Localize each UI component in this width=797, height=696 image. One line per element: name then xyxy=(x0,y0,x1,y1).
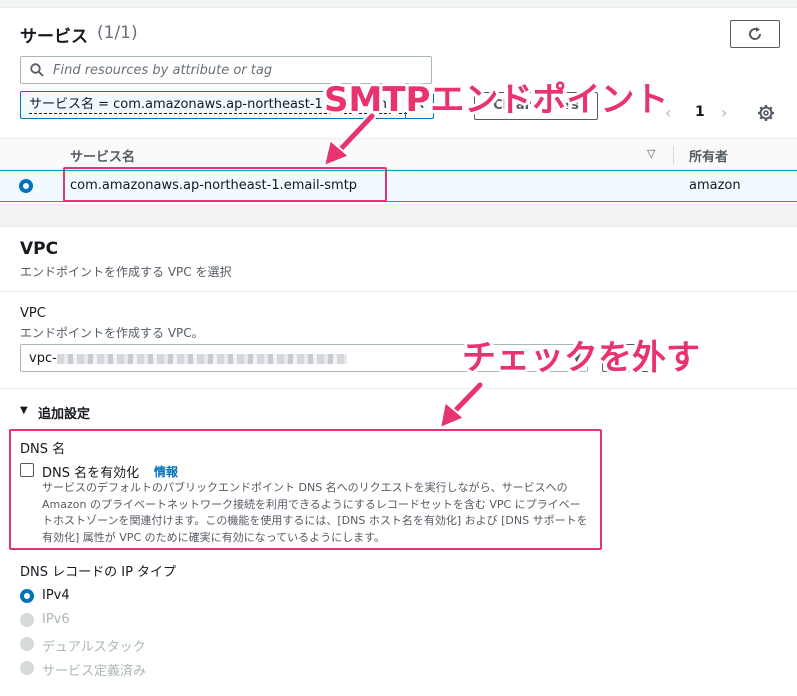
divider xyxy=(0,388,797,389)
divider xyxy=(0,291,797,292)
uncheck-callout: チェックを外す xyxy=(462,338,700,378)
ip-option-dualstack: デュアルスタック xyxy=(20,635,220,655)
expand-caret-icon[interactable]: ▼ xyxy=(20,405,28,416)
additional-settings-toggle[interactable]: 追加設定 xyxy=(38,403,90,422)
ip-option-ipv4[interactable]: IPv4 xyxy=(20,587,220,605)
radio-label: サービス定義済み xyxy=(42,664,147,679)
row-select-radio[interactable] xyxy=(19,179,33,193)
column-header-owner[interactable]: 所有者 xyxy=(689,146,728,165)
gear-icon[interactable] xyxy=(757,104,775,122)
column-divider xyxy=(673,146,674,164)
services-count: (1/1) xyxy=(97,23,138,43)
services-title: サービス xyxy=(20,27,88,47)
ip-option-ipv6: IPv6 xyxy=(20,611,220,629)
smtp-highlight-box xyxy=(63,167,387,202)
dns-highlight-box xyxy=(9,429,602,550)
page-number[interactable]: 1 xyxy=(695,104,705,120)
vpc-section-description: エンドポイントを作成する VPC を選択 xyxy=(20,265,232,279)
vpc-field-description: エンドポイントを作成する VPC。 xyxy=(20,326,204,340)
table-header: サービス名 ▽ 所有者 xyxy=(0,138,797,170)
radio-button xyxy=(20,661,34,675)
search-icon xyxy=(30,63,44,77)
radio-label: デュアルスタック xyxy=(42,640,146,655)
refresh-icon xyxy=(749,27,762,40)
page-next-button[interactable]: › xyxy=(721,103,727,122)
radio-label: IPv6 xyxy=(42,612,70,627)
radio-button[interactable] xyxy=(20,589,34,603)
search-placeholder: Find resources by attribute or tag xyxy=(53,63,273,78)
radio-button xyxy=(20,613,34,627)
column-header-service-name[interactable]: サービス名 xyxy=(70,146,135,165)
vpc-field-label: VPC xyxy=(20,306,46,321)
radio-label: IPv4 xyxy=(42,588,70,603)
radio-button xyxy=(20,637,34,651)
refresh-button[interactable] xyxy=(730,20,780,48)
vpc-section-title: VPC xyxy=(20,239,59,259)
ip-type-label: DNS レコードの IP タイプ xyxy=(20,565,177,580)
redacted-vpc-id xyxy=(57,354,347,364)
row-owner: amazon xyxy=(689,178,741,193)
ip-option-service-defined: サービス定義済み xyxy=(20,659,220,679)
vpc-select-value: vpc- xyxy=(29,351,57,366)
top-strip xyxy=(0,0,797,8)
sort-icon[interactable]: ▽ xyxy=(647,147,655,160)
smtp-endpoint-callout: SMTPエンドポイント xyxy=(324,80,669,120)
